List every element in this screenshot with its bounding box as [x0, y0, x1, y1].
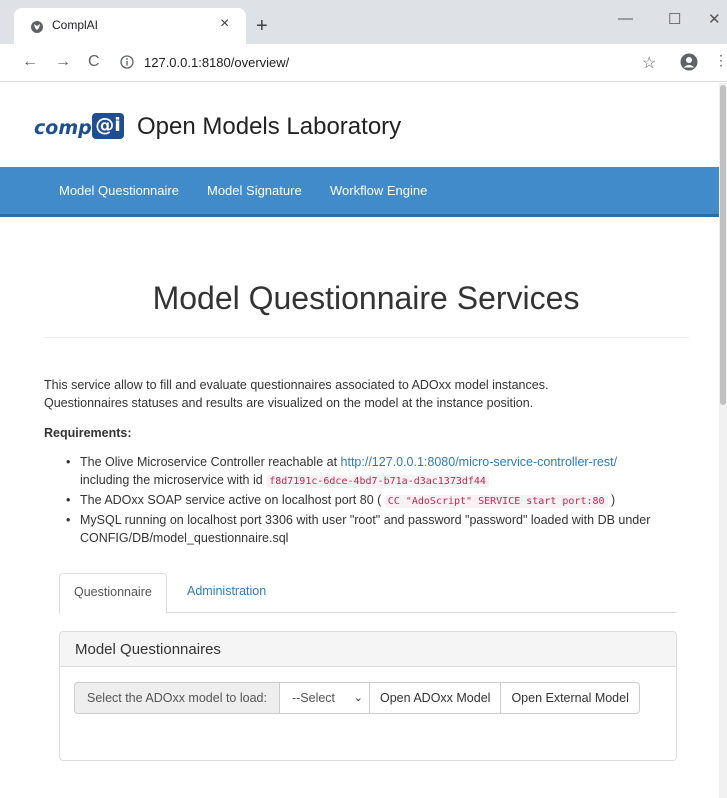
back-icon[interactable]: ←	[22, 53, 38, 71]
forward-icon[interactable]: →	[55, 53, 71, 71]
controller-link[interactable]: http://127.0.0.1:8080/micro-service-cont…	[341, 455, 618, 469]
nav-workflow-engine[interactable]: Workflow Engine	[330, 183, 427, 198]
globe-icon	[31, 21, 43, 33]
browser-tab[interactable]: ComplAI ×	[14, 8, 246, 44]
model-select-value: --Select	[291, 691, 336, 705]
browser-tabstrip: ComplAI × + — ☐ ✕	[0, 0, 727, 44]
list-item: MySQL running on localhost port 3306 wit…	[66, 511, 696, 547]
page-title: Model Questionnaire Services	[152, 280, 580, 316]
req-text: MySQL running on localhost port 3306 wit…	[80, 513, 651, 527]
model-select[interactable]: --Select ⌄	[279, 682, 370, 714]
logo-box: @i	[92, 113, 124, 139]
intro-text: This service allow to fill and evaluate …	[44, 376, 694, 412]
page-content: compl @i Open Models Laboratory Model Qu…	[0, 83, 719, 798]
url-text: 127.0.0.1:8180/overview/	[144, 55, 290, 70]
main-navbar: Model Questionnaire Model Signature Work…	[0, 167, 719, 217]
panel-heading: Model Questionnaires	[60, 632, 676, 667]
open-adoxx-model-button[interactable]: Open ADOxx Model	[369, 682, 502, 714]
url-input[interactable]: 127.0.0.1:8180/overview/ ☆	[112, 50, 672, 76]
requirements-list: The Olive Microservice Controller reacha…	[66, 453, 696, 547]
open-external-model-button[interactable]: Open External Model	[501, 682, 640, 714]
nav-model-questionnaire[interactable]: Model Questionnaire	[59, 183, 179, 198]
req-text: CONFIG/DB/model_questionnaire.sql	[80, 531, 289, 545]
chevron-down-icon: ⌄	[353, 692, 363, 704]
reload-icon[interactable]: C	[88, 53, 100, 71]
info-icon	[120, 55, 134, 69]
adoscript-code: CC "AdoScript" SERVICE start port:80	[384, 495, 608, 508]
list-item: The ADOxx SOAP service active on localho…	[66, 491, 696, 511]
requirements-title: Requirements:	[44, 426, 132, 440]
complai-logo: compl @i	[34, 113, 134, 143]
model-load-group: Select the ADOxx model to load: --Select…	[74, 682, 640, 714]
scroll-thumb[interactable]	[720, 85, 726, 405]
browser-menu-icon[interactable]: ⋮	[714, 52, 727, 69]
req-text: including the microservice with id	[80, 473, 267, 487]
tab-title: ComplAI	[52, 18, 99, 32]
intro-line: Questionnaires statuses and results are …	[44, 396, 534, 410]
model-questionnaires-panel: Model Questionnaires Select the ADOxx mo…	[59, 631, 677, 761]
bookmark-star-icon[interactable]: ☆	[642, 53, 656, 73]
maximize-button[interactable]: ☐	[668, 10, 681, 28]
page-scrollbar[interactable]	[719, 83, 727, 798]
req-text: The ADOxx SOAP service active on localho…	[80, 493, 385, 507]
tab-questionnaire[interactable]: Questionnaire	[59, 573, 167, 614]
minimize-button[interactable]: —	[618, 10, 633, 27]
address-bar: ← → C 127.0.0.1:8180/overview/ ☆ ⋮	[0, 44, 727, 82]
req-text: The Olive Microservice Controller reacha…	[80, 455, 341, 469]
req-text: )	[607, 493, 616, 507]
microservice-id-code: f8d7191c-6dce-4bd7-b71a-d3ac1373df44	[266, 475, 489, 488]
logo-text: compl	[34, 117, 99, 139]
select-model-label: Select the ADOxx model to load:	[74, 682, 280, 714]
tab-administration[interactable]: Administration	[173, 573, 280, 613]
site-title: Open Models Laboratory	[137, 113, 402, 140]
profile-icon[interactable]	[680, 53, 698, 71]
nav-model-signature[interactable]: Model Signature	[207, 183, 302, 198]
intro-line: This service allow to fill and evaluate …	[44, 378, 549, 392]
tab-close-icon[interactable]: ×	[220, 15, 229, 33]
page-header: Model Questionnaire Services	[43, 278, 689, 338]
list-item: The Olive Microservice Controller reacha…	[66, 453, 696, 491]
content-tabs: Questionnaire Administration	[59, 573, 677, 614]
new-tab-button[interactable]: +	[256, 16, 268, 36]
close-window-button[interactable]: ✕	[708, 10, 721, 28]
